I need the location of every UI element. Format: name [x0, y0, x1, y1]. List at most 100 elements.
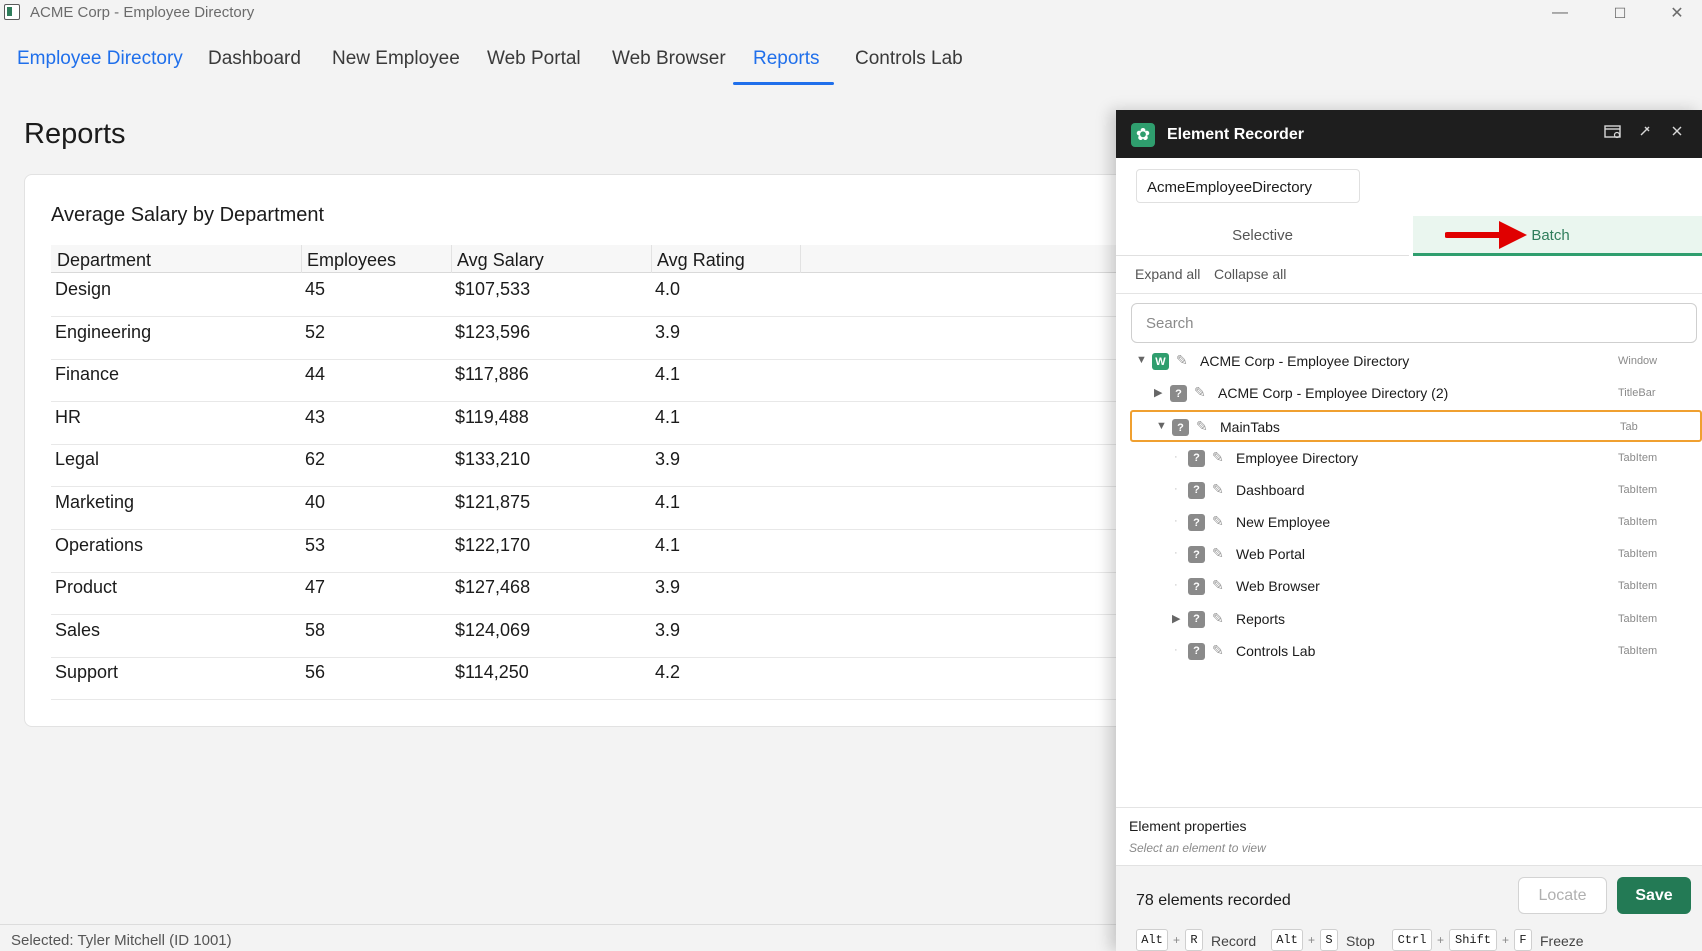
recorder-close-icon[interactable]: [1671, 124, 1683, 142]
table-row[interactable]: Sales 58 $124,069 3.9: [51, 615, 1151, 658]
minimize-icon[interactable]: —: [1537, 0, 1583, 26]
table-row[interactable]: HR 43 $119,488 4.1: [51, 402, 1151, 445]
element-type-badge: W: [1152, 353, 1169, 370]
recorder-header: ✿ Element Recorder: [1116, 110, 1702, 158]
table-row[interactable]: Finance 44 $117,886 4.1: [51, 359, 1151, 403]
tab-employee-directory[interactable]: Employee Directory: [17, 48, 183, 70]
edit-pencil-icon[interactable]: ✎: [1212, 513, 1224, 530]
expand-all-button[interactable]: Expand all: [1135, 266, 1200, 282]
tree-node-type: TitleBar: [1618, 387, 1656, 400]
element-properties-title: Element properties: [1129, 818, 1247, 834]
edit-pencil-icon[interactable]: ✎: [1212, 642, 1224, 659]
cell-department: Finance: [55, 364, 120, 385]
element-type-badge: ?: [1188, 642, 1205, 660]
search-input[interactable]: Search: [1131, 303, 1697, 343]
tab-dashboard[interactable]: Dashboard: [208, 48, 301, 70]
chevron-right-icon[interactable]: ▶: [1172, 612, 1180, 625]
cell-avg-rating: 4.2: [655, 662, 681, 683]
edit-pencil-icon[interactable]: ✎: [1212, 577, 1224, 594]
edit-pencil-icon[interactable]: ✎: [1212, 481, 1224, 498]
app-name-field[interactable]: AcmeEmployeeDirectory: [1136, 169, 1360, 203]
table-row[interactable]: Support 56 $114,250 4.2: [51, 657, 1151, 701]
tree-node[interactable]: ·? ✎ Employee Directory TabItem: [1116, 443, 1702, 475]
element-type-badge: ?: [1188, 578, 1205, 596]
cell-avg-rating: 3.9: [655, 619, 681, 640]
shortcut-freeze-label: Freeze: [1540, 933, 1584, 949]
tab-web-browser[interactable]: Web Browser: [612, 48, 726, 70]
tree-node[interactable]: ·? ✎ Controls Lab TabItem: [1116, 636, 1702, 668]
tree-node[interactable]: ·? ✎ Web Browser TabItem: [1116, 571, 1702, 603]
tree-node[interactable]: ▼? ✎ MainTabs Tab: [1130, 410, 1702, 443]
tree-node[interactable]: ·? ✎ Web Portal TabItem: [1116, 539, 1702, 571]
close-icon[interactable]: ✕: [1654, 0, 1700, 26]
recorded-count: 78 elements recorded: [1136, 892, 1291, 909]
pin-icon[interactable]: [1638, 124, 1652, 142]
window-title: ACME Corp - Employee Directory: [30, 4, 255, 21]
table-row[interactable]: Operations 53 $122,170 4.1: [51, 530, 1151, 573]
chevron-down-icon[interactable]: ▼: [1156, 420, 1167, 432]
tree-node[interactable]: ·? ✎ New Employee TabItem: [1116, 507, 1702, 539]
edit-pencil-icon[interactable]: ✎: [1196, 418, 1208, 435]
divider: [1116, 293, 1702, 294]
key-alt: Alt: [1136, 929, 1168, 951]
edit-pencil-icon[interactable]: ✎: [1212, 449, 1224, 466]
cell-avg-rating: 4.1: [655, 364, 681, 385]
table-row[interactable]: Marketing 40 $121,875 4.1: [51, 487, 1151, 530]
column-header-avg-rating[interactable]: Avg Rating: [657, 250, 745, 271]
table-row[interactable]: Product 47 $127,468 3.9: [51, 572, 1151, 616]
table-row[interactable]: Engineering 52 $123,596 3.9: [51, 317, 1151, 360]
cell-avg-salary: $107,533: [455, 279, 531, 299]
tab-new-employee[interactable]: New Employee: [332, 48, 460, 70]
app-name-value: AcmeEmployeeDirectory: [1147, 179, 1313, 196]
tab-web-portal[interactable]: Web Portal: [487, 48, 581, 70]
status-text: Selected: Tyler Mitchell (ID 1001): [11, 932, 232, 949]
search-placeholder: Search: [1146, 315, 1194, 332]
tab-reports[interactable]: Reports: [753, 48, 820, 70]
table-row[interactable]: Legal 62 $133,210 3.9: [51, 444, 1151, 488]
window-picker-icon[interactable]: [1604, 124, 1622, 144]
edit-pencil-icon[interactable]: ✎: [1212, 545, 1224, 562]
chevron-right-icon[interactable]: ▶: [1154, 386, 1162, 399]
plus-sign: +: [1308, 933, 1316, 947]
cell-employees: 52: [305, 321, 326, 342]
cell-avg-rating: 3.9: [655, 321, 681, 342]
tree-node[interactable]: ▶? ✎ ACME Corp - Employee Directory (2) Tit…: [1116, 378, 1702, 410]
tab-controls-lab[interactable]: Controls Lab: [855, 48, 963, 70]
chevron-down-icon[interactable]: ▼: [1136, 354, 1147, 366]
key-s: S: [1320, 929, 1338, 951]
cell-department: HR: [55, 406, 81, 427]
locate-button[interactable]: Locate: [1518, 877, 1607, 914]
cell-avg-salary: $114,250: [455, 662, 529, 683]
cell-avg-rating: 4.1: [655, 492, 681, 512]
save-button[interactable]: Save: [1617, 877, 1691, 914]
shortcut-record-label: Record: [1211, 933, 1257, 949]
tree-node-label: New Employee: [1236, 514, 1331, 530]
maximize-icon[interactable]: ☐: [1597, 0, 1643, 26]
column-header-employees[interactable]: Employees: [307, 250, 396, 271]
table-header: Department Employees Avg Salary Avg Rati…: [51, 245, 1151, 273]
column-divider: [451, 245, 452, 273]
cell-department: Support: [55, 662, 119, 683]
key-alt: Alt: [1271, 929, 1303, 951]
column-header-avg-salary[interactable]: Avg Salary: [457, 250, 544, 271]
tree-node[interactable]: ·? ✎ Dashboard TabItem: [1116, 475, 1702, 507]
red-arrow-annotation: [1445, 221, 1527, 249]
tree-node-type: Window: [1618, 355, 1658, 367]
cell-department: Design: [55, 279, 112, 299]
key-ctrl: Ctrl: [1392, 929, 1432, 951]
edit-pencil-icon[interactable]: ✎: [1212, 610, 1224, 627]
mode-selective-button[interactable]: Selective: [1116, 216, 1409, 256]
edit-pencil-icon[interactable]: ✎: [1176, 352, 1188, 369]
tree-node[interactable]: ▼ W ✎ ACME Corp - Employee Directory Window: [1116, 346, 1702, 378]
column-header-department[interactable]: Department: [57, 250, 151, 271]
tree-node-label: MainTabs: [1220, 419, 1280, 436]
collapse-all-button[interactable]: Collapse all: [1214, 266, 1286, 282]
tree-node[interactable]: ▶? ✎ Reports TabItem: [1116, 604, 1702, 636]
edit-pencil-icon[interactable]: ✎: [1194, 384, 1206, 401]
table-row[interactable]: Design 45 $107,533 4.0: [51, 274, 1151, 317]
column-divider: [651, 245, 652, 273]
cell-avg-rating: 4.1: [655, 534, 681, 555]
cell-avg-salary: $127,468: [455, 577, 531, 598]
cell-avg-salary: $117,886: [455, 364, 529, 385]
element-type-badge: ?: [1188, 514, 1205, 531]
